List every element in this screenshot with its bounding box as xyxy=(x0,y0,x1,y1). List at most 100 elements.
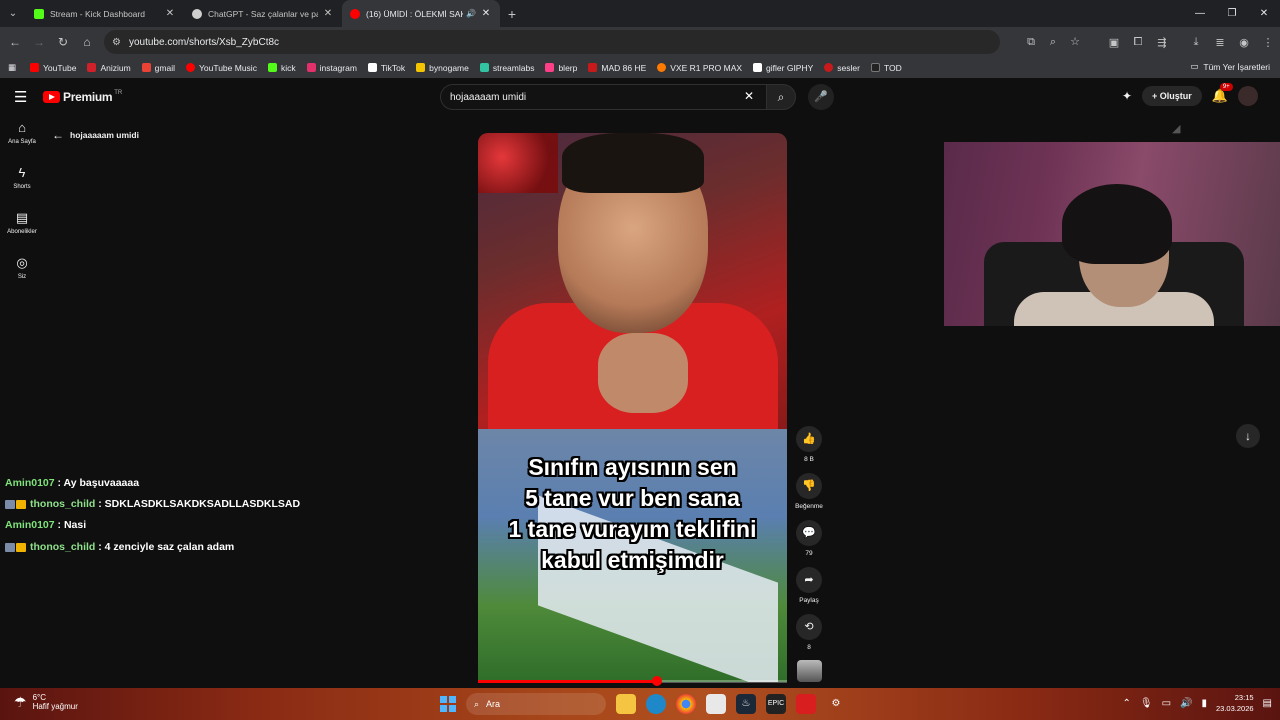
restore-icon[interactable]: ❐ xyxy=(1216,0,1248,27)
sidebar-item-shorts[interactable]: ϟ Shorts xyxy=(0,165,44,210)
next-short-button[interactable]: ↓ xyxy=(1236,424,1260,448)
like-button[interactable]: 👍 8 B xyxy=(796,426,822,473)
youtube-premium-logo[interactable]: Premium TR xyxy=(43,90,122,104)
sparkle-icon[interactable]: ✦ xyxy=(1122,89,1132,103)
forward-icon[interactable]: → xyxy=(27,35,51,49)
speaker-icon[interactable]: 🔊 xyxy=(466,9,476,18)
address-bar[interactable]: ⚙ youtube.com/shorts/Xsb_ZybCt8c xyxy=(104,30,1000,54)
all-bookmarks-button[interactable]: ▭ Tüm Yer İşaretleri xyxy=(1190,61,1270,72)
puzzle-icon[interactable]: ⧠ xyxy=(1126,36,1150,49)
back-icon[interactable]: ← xyxy=(3,35,27,49)
extension-icon[interactable]: ▣ xyxy=(1102,36,1126,49)
search-button[interactable]: ⌕ xyxy=(766,84,796,110)
bookmark-youtube-music[interactable]: YouTube Music xyxy=(185,63,257,73)
bookmark-blerp[interactable]: blerp xyxy=(545,63,577,73)
file-explorer-icon[interactable] xyxy=(616,694,636,714)
install-app-icon[interactable]: ⧉ xyxy=(1022,30,1040,54)
bookmark-giphy[interactable]: gifler GIPHY xyxy=(753,63,813,73)
account-avatar[interactable] xyxy=(1238,86,1258,106)
weather-widget[interactable]: ☂ 6°C Hafif yağmur xyxy=(14,693,78,711)
notification-center-icon[interactable]: ▤ xyxy=(1263,698,1272,709)
apps-grid-icon[interactable]: ▦ xyxy=(8,62,16,73)
new-tab-button[interactable]: + xyxy=(500,6,524,22)
taskbar-search[interactable]: ⌕ Ara xyxy=(466,693,606,715)
share-button[interactable]: ➦ Paylaş xyxy=(796,567,822,614)
short-video-player[interactable] xyxy=(478,133,787,682)
cast-icon[interactable]: ⇶ xyxy=(1150,36,1174,49)
profile-icon[interactable]: ◉ xyxy=(1232,36,1256,49)
clear-search-icon[interactable]: ✕ xyxy=(744,89,754,103)
bookmark-tiktok[interactable]: TikTok xyxy=(367,63,405,73)
sidebar-item-you[interactable]: ◎ Siz xyxy=(0,255,44,300)
sidebar-item-subscriptions[interactable]: ▤ Abonelikler xyxy=(0,210,44,255)
reload-icon[interactable]: ↻ xyxy=(51,35,75,49)
hamburger-menu-icon[interactable]: ☰ xyxy=(14,88,27,106)
comments-button[interactable]: 💬 79 xyxy=(796,520,822,567)
bookmark-gmail[interactable]: gmail xyxy=(141,63,175,73)
bookmark-streamlabs[interactable]: streamlabs xyxy=(479,63,534,73)
search-icon: ⌕ xyxy=(777,90,785,104)
back-to-results-button[interactable]: ← hojaaaaam umidi xyxy=(52,128,139,142)
bookmark-tod[interactable]: TOD xyxy=(870,63,902,73)
comment-icon: 💬 xyxy=(796,520,822,546)
voice-search-button[interactable]: 🎤 xyxy=(808,84,834,110)
bookmark-bynogame[interactable]: bynogame xyxy=(416,63,469,73)
chevron-up-icon[interactable]: ⌃ xyxy=(1122,698,1130,709)
omnibox-actions: ⧉ ⌕ ☆ xyxy=(1022,30,1084,54)
remix-button[interactable]: ⟲ 8 xyxy=(796,614,822,661)
download-icon[interactable]: ⤓ xyxy=(1184,36,1208,49)
caption-line: kabul etmişimdir xyxy=(541,547,724,573)
arrow-down-icon: ↓ xyxy=(1245,429,1251,443)
network-icon[interactable]: ▭ xyxy=(1162,698,1171,709)
close-tab-icon[interactable]: ✕ xyxy=(164,8,176,19)
zoom-icon[interactable]: ⌕ xyxy=(1044,30,1062,54)
dislike-button[interactable]: 👎 Beğenme xyxy=(795,473,823,520)
home-icon[interactable]: ⌂ xyxy=(75,35,99,49)
anizium-icon xyxy=(87,63,97,72)
subscriptions-icon: ▤ xyxy=(15,210,29,225)
app-red-icon[interactable] xyxy=(796,694,816,714)
tab-chatgpt[interactable]: ChatGPT - Saz çalanlar ve pazar ✕ xyxy=(184,0,342,27)
close-tab-icon[interactable]: ✕ xyxy=(322,8,334,19)
bookmark-instagram[interactable]: instagram xyxy=(306,63,357,73)
menu-dots-icon[interactable]: ⋮ xyxy=(1256,36,1280,49)
bookmark-anizium[interactable]: Anizium xyxy=(87,63,131,73)
chrome-icon[interactable] xyxy=(676,694,696,714)
settings-gear-icon[interactable]: ⚙ xyxy=(826,694,846,714)
site-info-icon[interactable]: ⚙ xyxy=(112,37,121,48)
reading-list-icon[interactable]: ≣ xyxy=(1208,36,1232,49)
progress-knob[interactable] xyxy=(652,676,663,686)
tab-search-chevron-icon[interactable]: ⌄ xyxy=(0,0,26,27)
bookmark-star-icon[interactable]: ☆ xyxy=(1066,30,1084,54)
tab-bar: ⌄ Stream - Kick Dashboard ✕ ChatGPT - Sa… xyxy=(0,0,1280,27)
edge-icon[interactable] xyxy=(646,694,666,714)
notifications-button[interactable]: 🔔 9+ xyxy=(1212,83,1233,104)
battery-icon[interactable]: ▮ xyxy=(1201,698,1207,709)
bookmark-kick[interactable]: kick xyxy=(267,63,296,73)
video-progress-bar[interactable] xyxy=(478,676,787,686)
store-icon[interactable] xyxy=(706,694,726,714)
bookmark-mad86[interactable]: MAD 86 HE xyxy=(588,63,646,73)
close-window-icon[interactable]: ✕ xyxy=(1248,0,1280,27)
sidebar-item-home[interactable]: ⌂ Ana Sayfa xyxy=(0,120,44,165)
chat-text: : 4 zenciyle saz çalan adam xyxy=(98,540,235,553)
chat-message: thonos_child : SDKLASDKLSAKDKSADLLASDKLS… xyxy=(5,494,300,515)
gmail-icon xyxy=(141,63,151,72)
minimize-icon[interactable]: — xyxy=(1184,0,1216,27)
bookmark-vxe[interactable]: VXE R1 PRO MAX xyxy=(657,63,742,73)
steam-icon[interactable]: ♨ xyxy=(736,694,756,714)
tab-kick-dashboard[interactable]: Stream - Kick Dashboard ✕ xyxy=(26,0,184,27)
start-button[interactable] xyxy=(440,696,456,712)
clock[interactable]: 23:15 23.03.2026 xyxy=(1216,692,1254,714)
tab-youtube-short[interactable]: (16) ÜMİDİ : ÖLEKMİ SAKAT 🔊 ✕ xyxy=(342,0,500,27)
channel-avatar[interactable] xyxy=(797,660,822,682)
create-button[interactable]: + Oluştur xyxy=(1142,86,1202,106)
search-input[interactable]: hojaaaaam umidi xyxy=(440,84,766,110)
bookmark-sesler[interactable]: sesler xyxy=(824,63,860,73)
tab-title: (16) ÜMİDİ : ÖLEKMİ SAKAT xyxy=(366,8,463,19)
mic-tray-icon[interactable]: 🎙 xyxy=(1140,698,1153,709)
close-tab-icon[interactable]: ✕ xyxy=(480,8,492,19)
volume-icon[interactable]: 🔊 xyxy=(1180,698,1192,709)
epic-games-icon[interactable]: EPIC xyxy=(766,694,786,714)
bookmark-youtube[interactable]: YouTube xyxy=(30,63,76,73)
